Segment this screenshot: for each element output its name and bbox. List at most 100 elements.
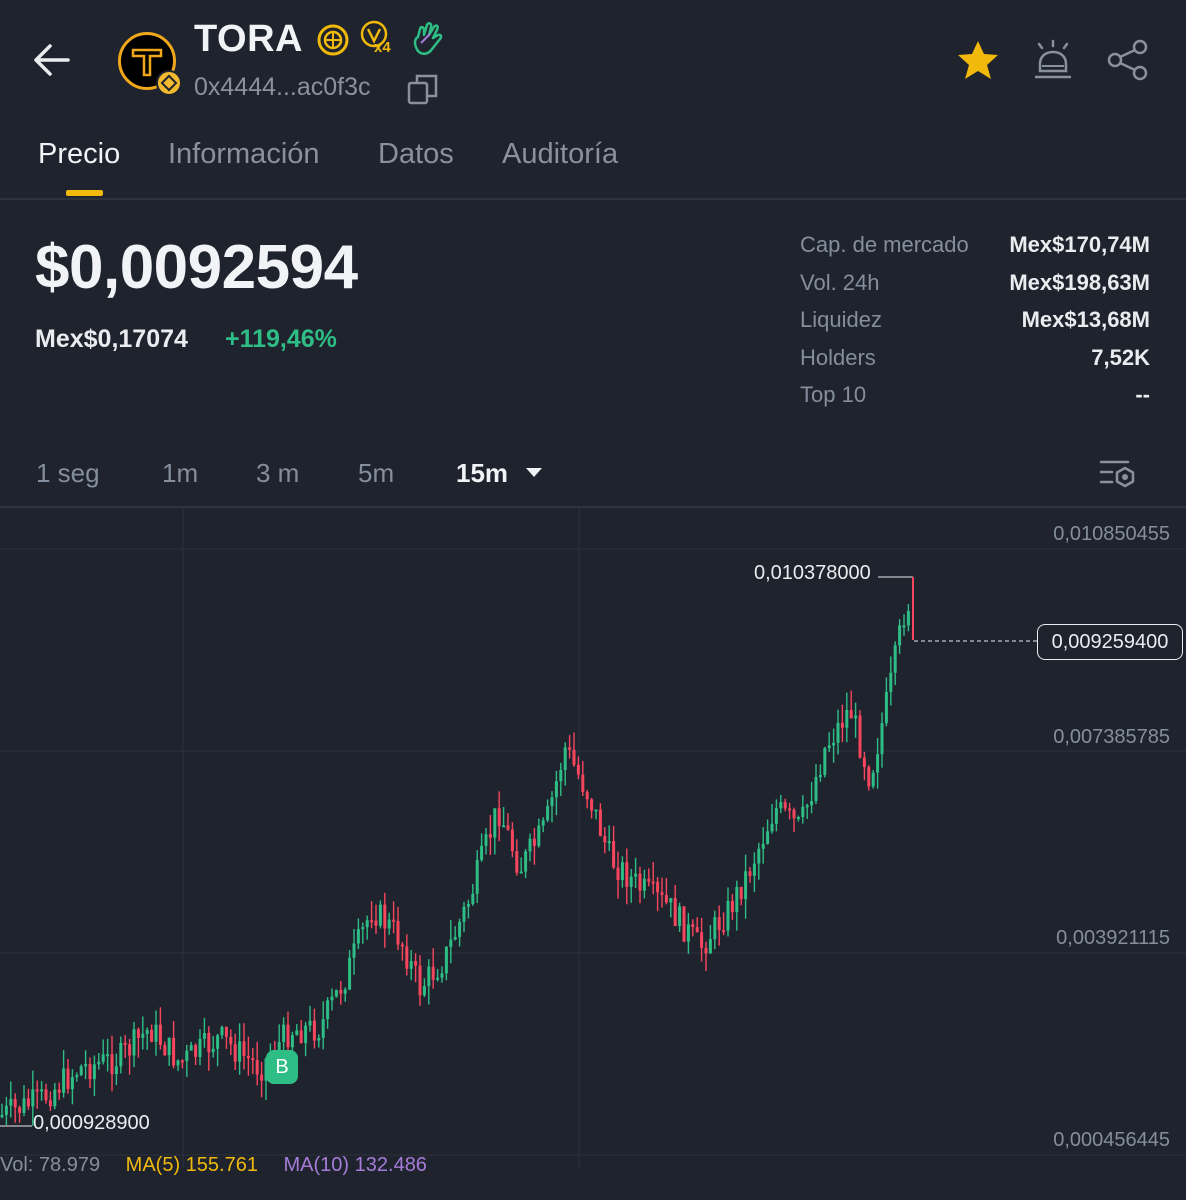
candle-body xyxy=(515,851,519,873)
star-icon[interactable] xyxy=(955,38,1001,82)
candle-body xyxy=(414,961,418,966)
candle-body xyxy=(260,1074,264,1081)
candle-body xyxy=(691,924,695,927)
candle-body xyxy=(163,1044,167,1056)
stat-row-liquidity: Liquidez Mex$13,68M xyxy=(800,303,1150,341)
low-price-label: 0,000928900 xyxy=(33,1112,150,1134)
candle-body xyxy=(378,904,382,926)
candle-body xyxy=(854,715,858,719)
candle-body xyxy=(282,1024,286,1043)
chevron-down-icon[interactable] xyxy=(526,468,542,477)
candle-body xyxy=(726,900,730,931)
copy-icon[interactable] xyxy=(406,72,440,106)
interval-3m[interactable]: 3 m xyxy=(256,458,299,489)
candle-body xyxy=(774,808,778,824)
candle-body xyxy=(387,919,391,929)
candle-body xyxy=(180,1060,184,1063)
candle-body xyxy=(224,1026,228,1037)
candle-body xyxy=(722,930,726,933)
candle-body xyxy=(770,823,774,832)
candle-body xyxy=(906,611,910,626)
interval-selector: 1 seg 1m 3 m 5m 15m xyxy=(0,440,1186,508)
candle-body xyxy=(431,966,435,980)
candle-body xyxy=(700,932,704,948)
chart-settings-icon[interactable] xyxy=(1098,456,1138,492)
candle-body xyxy=(66,1068,70,1090)
candle-body xyxy=(453,936,457,940)
candle-body xyxy=(554,781,558,798)
token-badges: x4 xyxy=(316,20,444,60)
candle-body xyxy=(840,722,844,728)
candle-body xyxy=(818,775,822,778)
tab-auditoria[interactable]: Auditoría xyxy=(502,138,618,171)
candle-body xyxy=(616,867,620,880)
verified-badge-icon[interactable] xyxy=(316,23,350,57)
ma10-value: MA(10) 132.486 xyxy=(283,1154,427,1176)
candle-body xyxy=(660,892,664,895)
candle-body xyxy=(761,843,765,849)
candle-body xyxy=(664,894,668,903)
stat-label: Cap. de mercado xyxy=(800,232,969,257)
candle-body xyxy=(563,747,567,770)
candle-body xyxy=(176,1060,180,1066)
candle-body xyxy=(238,1041,242,1062)
candle-body xyxy=(744,871,748,900)
candle-body xyxy=(629,876,633,887)
buy-marker[interactable]: B xyxy=(266,1050,298,1084)
candle-body xyxy=(766,831,770,844)
candle-body xyxy=(392,919,396,922)
interval-5m[interactable]: 5m xyxy=(358,458,394,489)
candle-body xyxy=(290,1035,294,1048)
vip-badge[interactable]: x4 xyxy=(360,20,400,60)
price-change-percent: +119,46% xyxy=(225,325,337,353)
stat-value: Mex$170,74M xyxy=(1009,232,1150,257)
candle-body xyxy=(330,996,334,1001)
candle-body xyxy=(352,943,356,958)
contract-address: 0x4444...ac0f3c xyxy=(194,73,371,101)
candle-body xyxy=(607,841,611,844)
candle-body xyxy=(585,792,589,800)
candle-body xyxy=(308,1020,312,1026)
candle-body xyxy=(858,715,862,758)
candle-body xyxy=(246,1055,250,1059)
candle-body xyxy=(612,841,616,868)
candle-body xyxy=(110,1054,114,1075)
candle-body xyxy=(519,871,523,874)
candle-body xyxy=(22,1098,26,1113)
price-chart[interactable]: 0,010850455 0,007385785 0,003921115 0,00… xyxy=(0,508,1186,1200)
candle-body xyxy=(114,1066,118,1075)
candle-body xyxy=(642,878,646,891)
high-price-label: 0,010378000 xyxy=(754,562,871,584)
back-arrow-icon[interactable] xyxy=(28,38,76,82)
share-icon[interactable] xyxy=(1105,38,1151,82)
interval-1m[interactable]: 1m xyxy=(162,458,198,489)
candle-body xyxy=(550,797,554,806)
candlestick-chart[interactable] xyxy=(0,508,1186,1200)
tab-precio[interactable]: Precio xyxy=(38,138,120,171)
candle-body xyxy=(440,973,444,978)
tab-informacion[interactable]: Información xyxy=(168,138,320,171)
candle-body xyxy=(867,766,871,787)
price-alert-icon[interactable] xyxy=(1030,38,1076,82)
candle-body xyxy=(748,871,752,876)
candle-body xyxy=(233,1044,237,1062)
candle-body xyxy=(484,834,488,846)
candle-body xyxy=(185,1050,189,1062)
candle-body xyxy=(532,838,536,846)
candle-body xyxy=(889,672,893,693)
candle-body xyxy=(528,838,532,852)
tab-datos[interactable]: Datos xyxy=(378,138,454,171)
candle-body xyxy=(207,1033,211,1053)
candle-body xyxy=(682,906,686,942)
candle-body xyxy=(902,625,906,628)
candle-body xyxy=(739,886,743,900)
candle-body xyxy=(471,893,475,904)
candle-body xyxy=(84,1063,88,1067)
waving-hand-icon[interactable] xyxy=(410,21,444,59)
stat-value: 7,52K xyxy=(1091,344,1150,370)
active-tab-indicator xyxy=(66,190,103,196)
candle-body xyxy=(572,749,576,765)
interval-1s[interactable]: 1 seg xyxy=(36,458,100,489)
candle-body xyxy=(444,946,448,974)
interval-15m[interactable]: 15m xyxy=(456,458,508,489)
